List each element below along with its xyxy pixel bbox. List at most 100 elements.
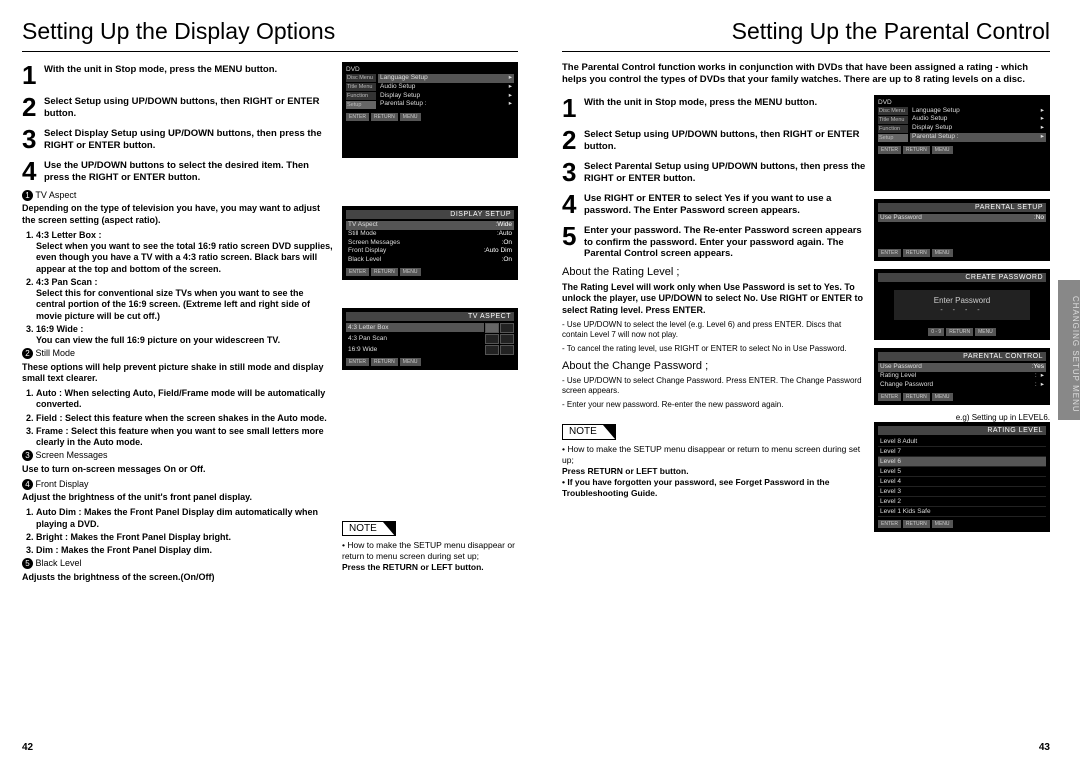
step-text: Select Setup using UP/DOWN buttons, then… bbox=[584, 127, 866, 153]
side-tab: CHANGING SETUP MENU bbox=[1058, 280, 1080, 420]
step-text: Enter your password. The Re-enter Passwo… bbox=[584, 223, 866, 261]
screenshot-parental-setup: PARENTAL SETUP Use Password: No ENTERRET… bbox=[874, 199, 1050, 262]
page-number: 43 bbox=[1039, 742, 1050, 753]
shot-btn: MENU bbox=[932, 520, 953, 528]
screenshot-setup-menu: DVD Disc Menu Title Menu Function Setup … bbox=[342, 62, 518, 158]
chevron-right-icon: ▸ bbox=[1037, 107, 1044, 116]
black-level-label: Black Level bbox=[36, 558, 82, 568]
li-head: 16:9 Wide : bbox=[36, 324, 83, 334]
chevron-right-icon: ▸ bbox=[1037, 372, 1044, 381]
shot-val: Auto Dim bbox=[485, 247, 512, 256]
shot-btn: RETURN bbox=[371, 268, 398, 276]
note-label: NOTE bbox=[349, 523, 377, 534]
left-screenshots: DVD Disc Menu Title Menu Function Setup … bbox=[342, 62, 518, 587]
shot-key: Change Password bbox=[880, 381, 1035, 390]
parental-intro: The Parental Control function works in c… bbox=[562, 62, 1050, 87]
front-display-intro: Adjust the brightness of the unit's fron… bbox=[22, 492, 334, 503]
about-rating-b1: - Use UP/DOWN to select the level (e.g. … bbox=[562, 320, 866, 340]
circled-1-icon: 1 bbox=[22, 190, 33, 201]
shot-key: Black Level bbox=[348, 256, 502, 265]
black-level-text: Adjusts the brightness of the screen.(On… bbox=[22, 572, 334, 583]
front-display-list: Auto Dim : Makes the Front Panel Display… bbox=[22, 507, 334, 556]
shot-item: Display Setup bbox=[380, 92, 505, 101]
shot-item: Display Setup bbox=[912, 124, 1037, 133]
screenshot-setup-menu: DVD Disc Menu Title Menu Function Setup … bbox=[874, 95, 1050, 191]
shot-header: PARENTAL SETUP bbox=[878, 203, 1046, 212]
shot-header: CREATE PASSWORD bbox=[878, 273, 1046, 282]
shot-level: Level 2 bbox=[878, 497, 1046, 507]
shot-btn: MENU bbox=[932, 393, 953, 401]
step-text: Select Parental Setup using UP/DOWN butt… bbox=[584, 159, 866, 185]
about-rating-head: About the Rating Level ; bbox=[562, 266, 866, 280]
shot-val: On bbox=[503, 239, 512, 248]
chevron-right-icon: ▸ bbox=[1037, 133, 1044, 142]
tv-aspect-intro: Depending on the type of television you … bbox=[22, 203, 334, 226]
shot-btn: RETURN bbox=[946, 328, 973, 336]
step-num: 2 bbox=[562, 127, 584, 153]
shot-item: Parental Setup : bbox=[380, 100, 505, 109]
shot-header: RATING LEVEL bbox=[878, 426, 1046, 435]
still-mode-label: Still Mode bbox=[36, 348, 76, 358]
note-extra: • If you have forgotten your password, s… bbox=[562, 477, 866, 499]
still-mode-intro: These options will help prevent picture … bbox=[22, 362, 334, 385]
shot-btn: MENU bbox=[975, 328, 996, 336]
li-text: Auto Dim : Makes the Front Panel Display… bbox=[36, 507, 334, 530]
step-text: With the unit in Stop mode, press the ME… bbox=[584, 95, 866, 121]
shot-level: Level 5 bbox=[878, 467, 1046, 477]
shot-btn: RETURN bbox=[371, 358, 398, 366]
still-mode-list: Auto : When selecting Auto, Field/Frame … bbox=[22, 388, 334, 448]
shot-btn: RETURN bbox=[903, 146, 930, 154]
li-text: Select this for conventional size TVs wh… bbox=[36, 288, 310, 321]
note-label: NOTE bbox=[569, 426, 597, 437]
shot-key: Screen Messages bbox=[348, 239, 502, 248]
shot-btn: MENU bbox=[932, 146, 953, 154]
about-rating-b2: - To cancel the rating level, use RIGHT … bbox=[562, 344, 866, 354]
tv-aspect-list: 4:3 Letter Box :Select when you want to … bbox=[22, 230, 334, 347]
circled-3-icon: 3 bbox=[22, 450, 33, 461]
shot-key: Still Mode bbox=[348, 230, 497, 239]
li-text: Dim : Makes the Front Panel Display dim. bbox=[36, 545, 334, 556]
shot-btn: 0 - 9 bbox=[928, 328, 944, 336]
page-43: Setting Up the Parental Control The Pare… bbox=[540, 0, 1080, 763]
note-bullet: How to make the SETUP menu disappear or … bbox=[342, 540, 515, 561]
step-num: 4 bbox=[22, 158, 44, 184]
shot-btn: ENTER bbox=[346, 268, 369, 276]
chevron-right-icon: ▸ bbox=[505, 92, 512, 101]
chevron-right-icon: ▸ bbox=[1037, 115, 1044, 124]
shot-tab: Function bbox=[878, 125, 908, 133]
radio-icon bbox=[500, 334, 514, 344]
left-main-col: 1 With the unit in Stop mode, press the M… bbox=[22, 62, 334, 587]
radio-icon bbox=[500, 345, 514, 355]
note-box: NOTE bbox=[342, 521, 396, 536]
rule bbox=[562, 51, 1050, 52]
screen-messages-label: Screen Messages bbox=[36, 450, 108, 460]
right-screenshots: DVD Disc Menu Title Menu Function Setup … bbox=[874, 95, 1050, 540]
step-text: With the unit in Stop mode, press the ME… bbox=[44, 62, 334, 88]
pw-dashes: - - - - bbox=[894, 307, 1030, 314]
shot-tab: Setup bbox=[346, 101, 376, 109]
step-text: Use the UP/DOWN buttons to select the de… bbox=[44, 158, 334, 184]
radio-icon bbox=[500, 323, 514, 333]
front-display-label: Front Display bbox=[36, 479, 89, 489]
right-main-col: 1With the unit in Stop mode, press the M… bbox=[562, 95, 866, 540]
shot-btn: MENU bbox=[400, 113, 421, 121]
step-num: 5 bbox=[562, 223, 584, 261]
circled-2-icon: 2 bbox=[22, 348, 33, 359]
shot-opt: 4:3 Pan Scan bbox=[346, 334, 484, 343]
shot-item: Audio Setup bbox=[380, 83, 505, 92]
chevron-right-icon: ▸ bbox=[1037, 381, 1044, 390]
shot-level: Level 8 Adult bbox=[878, 437, 1046, 447]
shot-btn: MENU bbox=[400, 268, 421, 276]
shot-tag: DVD bbox=[878, 99, 892, 106]
li-head: 4:3 Pan Scan : bbox=[36, 277, 98, 287]
shot-btn: RETURN bbox=[903, 393, 930, 401]
li-text: Bright : Makes the Front Panel Display b… bbox=[36, 532, 334, 543]
step-text: Use RIGHT or ENTER to select Yes if you … bbox=[584, 191, 866, 217]
shot-val: No bbox=[1036, 214, 1044, 223]
shot-level: Level 7 bbox=[878, 447, 1046, 457]
shot-tab: Setup bbox=[878, 134, 908, 142]
radio-icon bbox=[485, 323, 499, 333]
note-line: Press RETURN or LEFT button. bbox=[562, 466, 866, 477]
shot-btn: RETURN bbox=[903, 520, 930, 528]
left-title: Setting Up the Display Options bbox=[22, 18, 518, 45]
